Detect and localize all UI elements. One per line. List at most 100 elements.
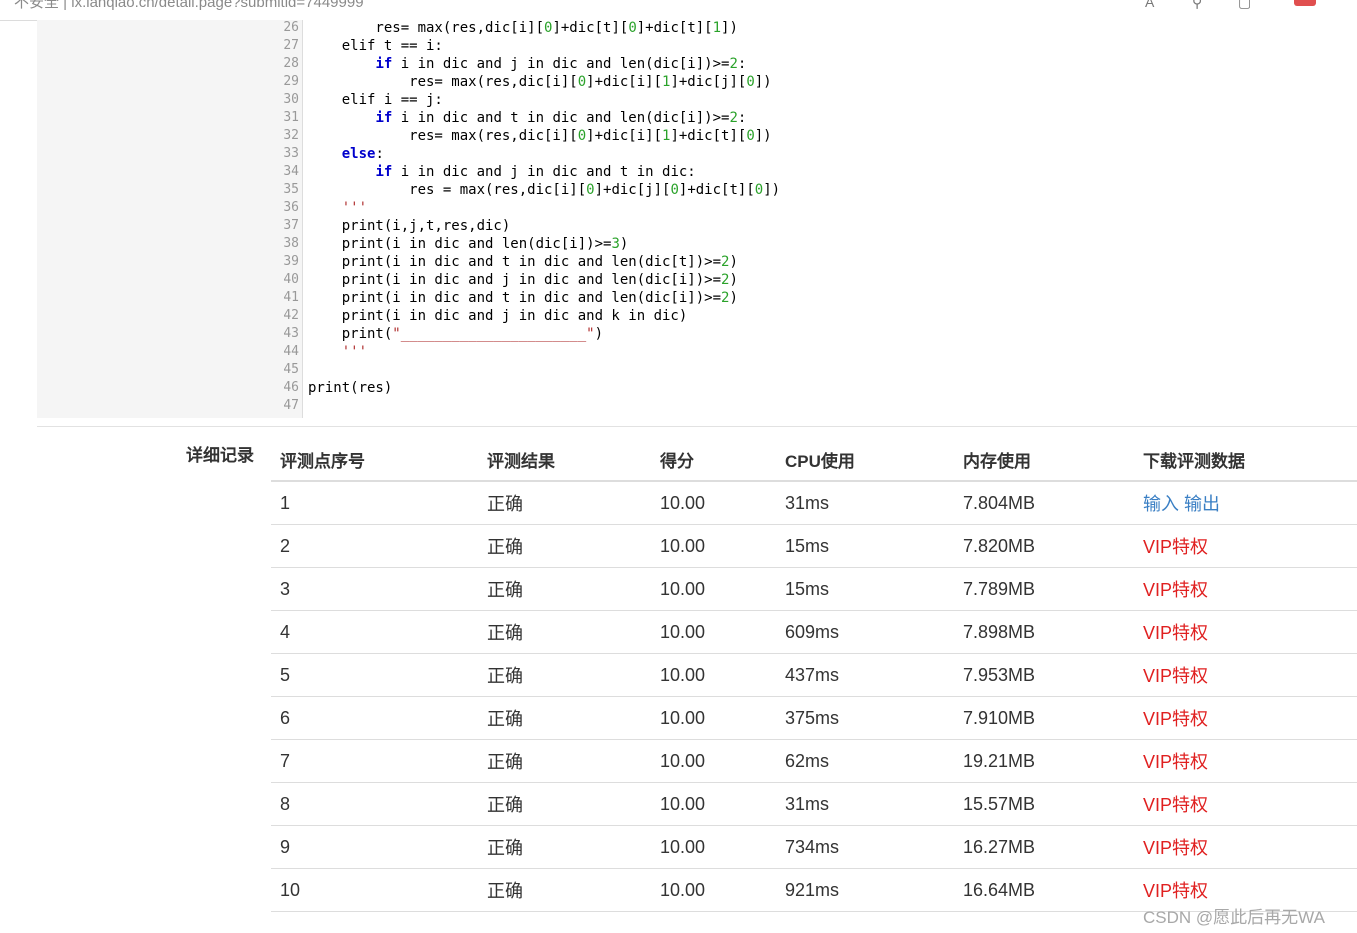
line-number: 31 xyxy=(283,110,299,125)
line-number: 26 xyxy=(283,20,299,35)
vip-privilege-link[interactable]: VIP特权 xyxy=(1143,881,1208,901)
code-line: print(i in dic and t in dic and len(dic[… xyxy=(308,290,738,306)
line-number: 46 xyxy=(283,380,299,395)
extension-icon[interactable] xyxy=(1294,0,1316,6)
cell-test-id: 5 xyxy=(271,653,478,697)
line-number: 37 xyxy=(283,218,299,233)
read-aloud-icon[interactable]: A xyxy=(1145,0,1154,10)
vip-privilege-link[interactable]: VIP特权 xyxy=(1143,709,1208,729)
cell-cpu: 15ms xyxy=(776,524,954,568)
cell-download: VIP特权 xyxy=(1134,696,1357,740)
download-links[interactable]: 输入 输出 xyxy=(1143,494,1220,514)
cell-test-id: 4 xyxy=(271,610,478,654)
table-row: 6 正确 10.00 375ms 7.910MB VIP特权 xyxy=(271,696,1357,740)
cell-memory: 7.953MB xyxy=(954,653,1134,697)
browser-toolbar: 不安全 | lx.lanqiao.cn/detail.page?submitid… xyxy=(0,0,1357,21)
vip-privilege-link[interactable]: VIP特权 xyxy=(1143,666,1208,686)
code-line: print(i in dic and t in dic and len(dic[… xyxy=(308,254,738,270)
cell-memory: 7.910MB xyxy=(954,696,1134,740)
cell-result: 正确 xyxy=(478,739,651,783)
cell-download: VIP特权 xyxy=(1134,825,1357,869)
cell-cpu: 921ms xyxy=(776,868,954,912)
cell-test-id: 8 xyxy=(271,782,478,826)
cell-download: VIP特权 xyxy=(1134,567,1357,611)
cell-score: 10.00 xyxy=(651,481,776,525)
line-number: 39 xyxy=(283,254,299,269)
header-test-id: 评测点序号 xyxy=(271,438,478,482)
line-number: 29 xyxy=(283,74,299,89)
cell-score: 10.00 xyxy=(651,610,776,654)
code-line: res= max(res,dic[i][0]+dic[i][1]+dic[j][… xyxy=(308,74,772,90)
line-number: 47 xyxy=(283,398,299,413)
cell-test-id: 7 xyxy=(271,739,478,783)
vip-privilege-link[interactable]: VIP特权 xyxy=(1143,580,1208,600)
detail-records-label: 详细记录 xyxy=(186,446,254,465)
vip-privilege-link[interactable]: VIP特权 xyxy=(1143,537,1208,557)
header-download: 下载评测数据 xyxy=(1134,438,1357,482)
code-line: if i in dic and j in dic and t in dic: xyxy=(375,164,696,180)
table-row: 2 正确 10.00 15ms 7.820MB VIP特权 xyxy=(271,524,1357,568)
line-number: 27 xyxy=(283,38,299,53)
code-line: res= max(res,dic[i][0]+dic[t][0]+dic[t][… xyxy=(308,20,738,36)
code-line: if i in dic and j in dic and len(dic[i])… xyxy=(375,56,747,72)
cell-score: 10.00 xyxy=(651,825,776,869)
cell-result: 正确 xyxy=(478,481,651,525)
search-icon[interactable]: ⚲ xyxy=(1192,0,1202,11)
cell-test-id: 9 xyxy=(271,825,478,869)
cell-result: 正确 xyxy=(478,653,651,697)
cell-score: 10.00 xyxy=(651,782,776,826)
cell-result: 正确 xyxy=(478,782,651,826)
vip-privilege-link[interactable]: VIP特权 xyxy=(1143,838,1208,858)
cell-memory: 7.804MB xyxy=(954,481,1134,525)
line-number: 42 xyxy=(283,308,299,323)
cell-score: 10.00 xyxy=(651,524,776,568)
cell-result: 正确 xyxy=(478,868,651,912)
code-line: print(i in dic and j in dic and len(dic[… xyxy=(308,272,738,288)
cell-memory: 7.789MB xyxy=(954,567,1134,611)
line-number: 41 xyxy=(283,290,299,305)
cell-result: 正确 xyxy=(478,696,651,740)
cell-memory: 7.820MB xyxy=(954,524,1134,568)
code-line: else: xyxy=(341,146,384,162)
cell-result: 正确 xyxy=(478,567,651,611)
line-number: 38 xyxy=(283,236,299,251)
add-favorite-icon[interactable]: ▢ xyxy=(1238,0,1251,11)
table-header-row: 评测点序号 评测结果 得分 CPU使用 内存使用 下载评测数据 xyxy=(271,438,1357,482)
cell-test-id: 10 xyxy=(271,868,478,912)
vip-privilege-link[interactable]: VIP特权 xyxy=(1143,623,1208,643)
records-table: 评测点序号 评测结果 得分 CPU使用 内存使用 下载评测数据 1 正确 10.00… xyxy=(271,438,1357,912)
cell-memory: 16.64MB xyxy=(954,868,1134,912)
cell-test-id: 3 xyxy=(271,567,478,611)
header-memory: 内存使用 xyxy=(954,438,1134,482)
cell-download: VIP特权 xyxy=(1134,653,1357,697)
line-number: 35 xyxy=(283,182,299,197)
line-number: 34 xyxy=(283,164,299,179)
cell-memory: 7.898MB xyxy=(954,610,1134,654)
cell-test-id: 2 xyxy=(271,524,478,568)
cell-memory: 15.57MB xyxy=(954,782,1134,826)
code-line: print(i,j,t,res,dic) xyxy=(308,218,511,234)
code-line: ''' xyxy=(341,344,368,360)
line-number: 40 xyxy=(283,272,299,287)
cell-result: 正确 xyxy=(478,825,651,869)
vip-privilege-link[interactable]: VIP特权 xyxy=(1143,752,1208,772)
cell-memory: 16.27MB xyxy=(954,825,1134,869)
code-line: res= max(res,dic[i][0]+dic[i][1]+dic[t][… xyxy=(308,128,772,144)
cell-score: 10.00 xyxy=(651,696,776,740)
table-row: 9 正确 10.00 734ms 16.27MB VIP特权 xyxy=(271,825,1357,869)
code-line: print("______________________") xyxy=(308,326,604,342)
line-number: 33 xyxy=(283,146,299,161)
address-bar[interactable]: 不安全 | lx.lanqiao.cn/detail.page?submitid… xyxy=(14,0,364,12)
cell-test-id: 6 xyxy=(271,696,478,740)
line-number: 28 xyxy=(283,56,299,71)
table-row: 8 正确 10.00 31ms 15.57MB VIP特权 xyxy=(271,782,1357,826)
cell-memory: 19.21MB xyxy=(954,739,1134,783)
table-row: 1 正确 10.00 31ms 7.804MB 输入 输出 xyxy=(271,481,1357,525)
vip-privilege-link[interactable]: VIP特权 xyxy=(1143,795,1208,815)
line-number: 30 xyxy=(283,92,299,107)
code-line: elif i == j: xyxy=(308,92,443,108)
header-result: 评测结果 xyxy=(478,438,651,482)
cell-cpu: 62ms xyxy=(776,739,954,783)
cell-download: VIP特权 xyxy=(1134,782,1357,826)
table-row: 3 正确 10.00 15ms 7.789MB VIP特权 xyxy=(271,567,1357,611)
